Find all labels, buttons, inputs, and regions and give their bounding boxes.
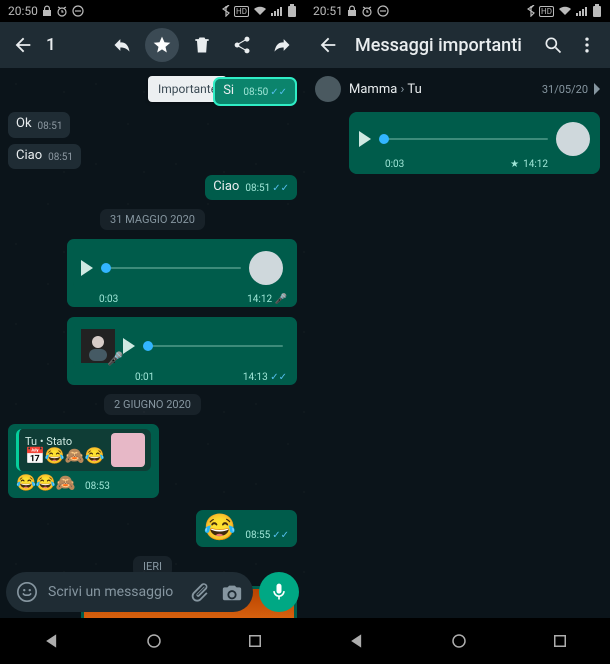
status-bar: 20:51 HD (305, 0, 610, 22)
status-reply-message[interactable]: Tu • Stato 📅😂🙈😂 😂😂🙈 08:53 (8, 424, 159, 498)
read-ticks-icon: ✓✓ (272, 530, 289, 541)
voice-message-out-2[interactable]: 🎤 0:01 14:13 ✓✓ (67, 317, 297, 385)
play-icon[interactable] (359, 131, 371, 147)
lock-icon (42, 5, 52, 17)
play-icon[interactable] (81, 260, 93, 276)
delete-button[interactable] (185, 28, 219, 62)
avatar (249, 251, 283, 285)
message-input-bar: Scrivi un messaggio (0, 566, 305, 618)
camera-icon[interactable] (221, 581, 243, 603)
nav-back-button[interactable] (42, 631, 62, 651)
search-button[interactable] (536, 28, 570, 62)
bluetooth-icon (222, 5, 230, 17)
share-button[interactable] (225, 28, 259, 62)
voice-message-out-1[interactable]: 0:03 14:12 🎤 (67, 239, 297, 307)
play-icon[interactable] (123, 338, 135, 354)
mic-heard-icon: 🎤 (275, 294, 287, 305)
read-ticks-icon: ✓✓ (270, 372, 287, 383)
mic-button[interactable] (259, 572, 299, 612)
forward-button[interactable] (265, 28, 299, 62)
page-title: Messaggi importanti (355, 35, 522, 56)
nav-home-button[interactable] (450, 632, 468, 650)
battery-icon (592, 4, 602, 18)
nav-home-button[interactable] (145, 632, 163, 650)
starred-list: Mamma › Tu 31/05/20 0:03 ★ 14:12 (305, 68, 610, 664)
nav-recents-button[interactable] (246, 632, 264, 650)
selection-app-bar: 1 (0, 22, 305, 68)
alarm-icon (361, 5, 373, 17)
msg-out-si[interactable]: Si 08:50✓✓ (213, 77, 297, 106)
reply-button[interactable] (105, 28, 139, 62)
bluetooth-icon (527, 5, 535, 17)
overflow-menu-button[interactable] (570, 28, 604, 62)
back-button[interactable] (311, 28, 345, 62)
read-ticks-icon: ✓✓ (272, 183, 289, 194)
volte-icon: HD (539, 6, 554, 17)
alarm-icon (56, 5, 68, 17)
dnd-icon (377, 5, 389, 17)
nav-back-button[interactable] (347, 631, 367, 651)
nav-recents-button[interactable] (551, 632, 569, 650)
starred-voice-message[interactable]: 0:03 ★ 14:12 (349, 112, 600, 174)
mic-icon: 🎤 (107, 353, 123, 367)
status-time: 20:50 (8, 4, 38, 18)
avatar (556, 122, 590, 156)
msg-in-ok[interactable]: Ok08:51 (8, 112, 70, 137)
status-thumbnail (111, 433, 145, 467)
signal-icon (271, 6, 283, 16)
star-icon: ★ (510, 159, 519, 170)
msg-out-emoji[interactable]: 😂 08:55✓✓ (196, 510, 297, 547)
battery-icon (287, 4, 297, 18)
signal-icon (576, 6, 588, 16)
status-time: 20:51 (313, 4, 343, 18)
wifi-icon (253, 6, 267, 16)
avatar (315, 76, 341, 102)
emoji-picker-icon[interactable] (16, 581, 38, 603)
android-nav-bar (305, 618, 610, 664)
dnd-icon (72, 5, 84, 17)
input-placeholder: Scrivi un messaggio (48, 584, 173, 600)
chat-area: Importante Si 08:50✓✓ Ok08:51 Ciao08:51 … (0, 68, 305, 618)
starred-app-bar: Messaggi importanti (305, 22, 610, 68)
message-input[interactable]: Scrivi un messaggio (6, 572, 253, 612)
wifi-icon (558, 6, 572, 16)
selection-count: 1 (46, 35, 56, 55)
status-bar: 20:50 HD (0, 0, 305, 22)
volte-icon: HD (234, 6, 249, 17)
back-button[interactable] (6, 28, 40, 62)
lock-icon (347, 5, 357, 17)
starred-item-header[interactable]: Mamma › Tu 31/05/20 (305, 68, 610, 110)
chevron-right-icon (592, 83, 600, 95)
msg-out-ciao[interactable]: Ciao08:51✓✓ (205, 175, 297, 200)
android-nav-bar (0, 618, 305, 664)
msg-in-ciao[interactable]: Ciao08:51 (8, 144, 81, 169)
star-button[interactable] (145, 28, 179, 62)
read-ticks-icon: ✓✓ (270, 87, 287, 98)
attach-icon[interactable] (189, 581, 211, 603)
